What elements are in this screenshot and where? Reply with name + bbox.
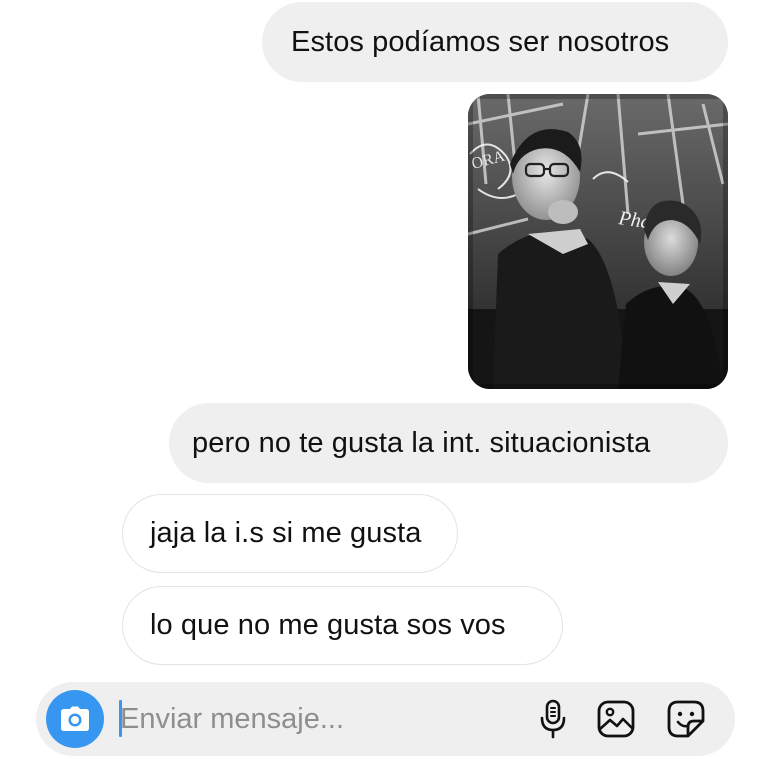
message-bubble-outgoing[interactable]: Estos podíamos ser nosotros	[262, 2, 728, 82]
message-bubble-incoming[interactable]: lo que no me gusta sos vos	[122, 586, 563, 665]
camera-button[interactable]	[46, 690, 104, 748]
message-text: Estos podíamos ser nosotros	[291, 25, 670, 58]
message-text: jaja la i.s si me gusta	[150, 517, 422, 549]
message-thread: Estos podíamos ser nosotros ORA pero no …	[0, 0, 768, 680]
sticker-button[interactable]	[663, 696, 709, 742]
gallery-button[interactable]	[593, 696, 639, 742]
message-composer	[36, 682, 735, 756]
message-bubble-outgoing[interactable]: pero no te gusta la int. situacionista	[169, 403, 728, 483]
sticker-icon	[667, 700, 705, 738]
microphone-icon	[540, 699, 566, 739]
message-text: lo que no me gusta sos vos	[150, 609, 506, 641]
photo-image: ORA Phantom	[468, 94, 728, 389]
shared-photo[interactable]: ORA Phantom	[468, 94, 728, 389]
microphone-button[interactable]	[530, 696, 576, 742]
message-input[interactable]	[120, 698, 510, 740]
gallery-icon	[597, 700, 635, 738]
camera-icon	[61, 706, 89, 731]
message-text: pero no te gusta la int. situacionista	[192, 426, 651, 459]
message-bubble-incoming[interactable]: jaja la i.s si me gusta	[122, 494, 458, 573]
